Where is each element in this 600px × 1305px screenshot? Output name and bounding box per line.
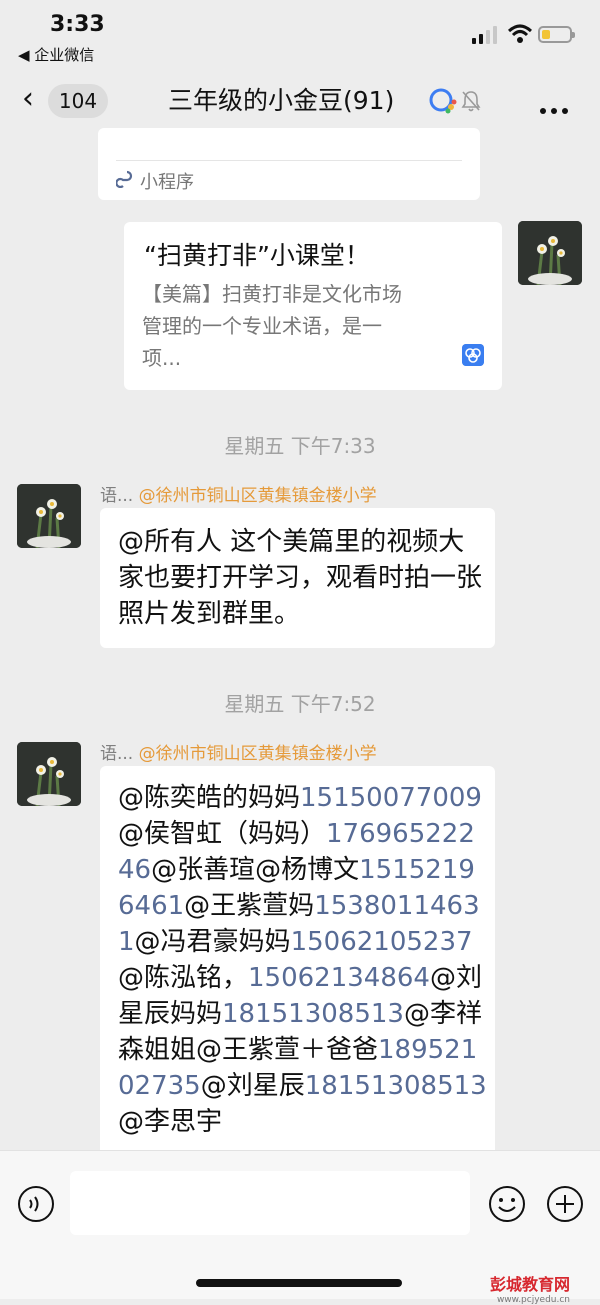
narcissus-photo-icon: [17, 742, 81, 806]
article-title: “扫黄打非”小课堂！: [144, 241, 370, 270]
battery-icon: [538, 26, 575, 43]
mute-bell-icon: [461, 91, 481, 112]
sender-name: 语...: [100, 486, 134, 506]
cellular-signal-icon: [472, 26, 497, 44]
sender-line: 语... @徐州市铜山区黄集镇金楼小学: [100, 739, 377, 764]
plus-more-icon[interactable]: [546, 1185, 584, 1223]
emoji-icon[interactable]: [488, 1185, 526, 1223]
narcissus-photo-icon: [518, 221, 582, 285]
card-divider: [116, 160, 462, 161]
message-bubble[interactable]: @所有人 这个美篇里的视频大家也要打开学习，观看时拍一张照片发到群里。: [100, 508, 495, 648]
sender-name: 语...: [100, 744, 134, 764]
input-toolbar: 彭城教育网 www.pcjyedu.cn: [0, 1150, 600, 1305]
watermark-logo: 彭城教育网 www.pcjyedu.cn: [490, 1271, 570, 1305]
mention-text: @王紫萱妈: [184, 891, 315, 921]
status-time: 3:33: [50, 12, 105, 37]
article-description: 【美篇】扫黄打非是文化市场管理的一个专业术语，是一项...: [142, 282, 402, 370]
mention-text: @李思宇: [118, 1107, 223, 1137]
mention-text: @陈泓铭，: [118, 963, 249, 993]
message-bubble[interactable]: @陈奕皓的妈妈15150077009@侯智虹（妈妈）17696522246@张善…: [100, 766, 495, 1186]
watermark-name: 彭城教育网: [490, 1275, 571, 1294]
message-input[interactable]: [70, 1171, 470, 1235]
status-bar: 3:33 ◀ 企业微信: [0, 0, 600, 70]
message-text: @所有人 这个美篇里的视频大家也要打开学习，观看时拍一张照片发到群里。: [118, 527, 483, 629]
wecom-logo-icon: [429, 88, 457, 114]
wifi-icon: [508, 24, 532, 43]
back-chevron-icon[interactable]: ‹: [22, 84, 34, 114]
unread-back-count[interactable]: 104: [48, 84, 108, 118]
sender-org-tag: @徐州市铜山区黄集镇金楼小学: [138, 744, 377, 764]
phone-link[interactable]: 15062105237: [291, 927, 473, 957]
sender-avatar[interactable]: [17, 484, 81, 548]
more-options-icon[interactable]: [540, 99, 573, 118]
timestamp: 星期五 下午7:52: [224, 692, 376, 716]
chat-header: ‹ 104 三年级的小金豆(91): [0, 70, 600, 132]
mini-program-label: 小程序: [140, 172, 194, 193]
message-text: @陈奕皓的妈妈15150077009@侯智虹（妈妈）17696522246@张善…: [118, 780, 488, 1140]
back-to-app-link[interactable]: ◀ 企业微信: [18, 44, 94, 65]
phone-link[interactable]: 15150077009: [300, 783, 482, 813]
mention-text: @冯君豪妈妈: [134, 927, 291, 957]
voice-input-icon[interactable]: [17, 1185, 55, 1223]
home-indicator: [196, 1279, 402, 1287]
mention-text: @陈奕皓的妈妈: [118, 783, 301, 813]
phone-link[interactable]: 18151308513: [305, 1071, 487, 1101]
article-link-card[interactable]: “扫黄打非”小课堂！ 【美篇】扫黄打非是文化市场管理的一个专业术语，是一项...: [124, 222, 502, 390]
sender-org-tag: @徐州市铜山区黄集镇金楼小学: [138, 486, 377, 506]
narcissus-photo-icon: [17, 484, 81, 548]
sender-avatar[interactable]: [17, 742, 81, 806]
my-avatar[interactable]: [518, 221, 582, 285]
chat-title[interactable]: 三年级的小金豆(91): [168, 84, 394, 118]
mention-text: @刘星辰: [200, 1071, 305, 1101]
watermark-url: www.pcjyedu.cn: [496, 1295, 571, 1305]
group-name: 三年级的小金豆: [168, 86, 344, 115]
sender-line: 语... @徐州市铜山区黄集镇金楼小学: [100, 481, 377, 506]
mini-program-icon: [116, 170, 133, 188]
member-count: (91): [343, 86, 395, 115]
mention-text: @侯智虹（妈妈）: [118, 819, 327, 849]
timestamp: 星期五 下午7:33: [224, 434, 376, 458]
meipian-logo-icon: [462, 344, 484, 366]
phone-link[interactable]: 15062134864: [248, 963, 430, 993]
phone-link[interactable]: 18151308513: [222, 999, 404, 1029]
mini-program-card[interactable]: 小程序: [98, 128, 480, 200]
mention-text: @张善瑄@杨博文: [151, 855, 360, 885]
